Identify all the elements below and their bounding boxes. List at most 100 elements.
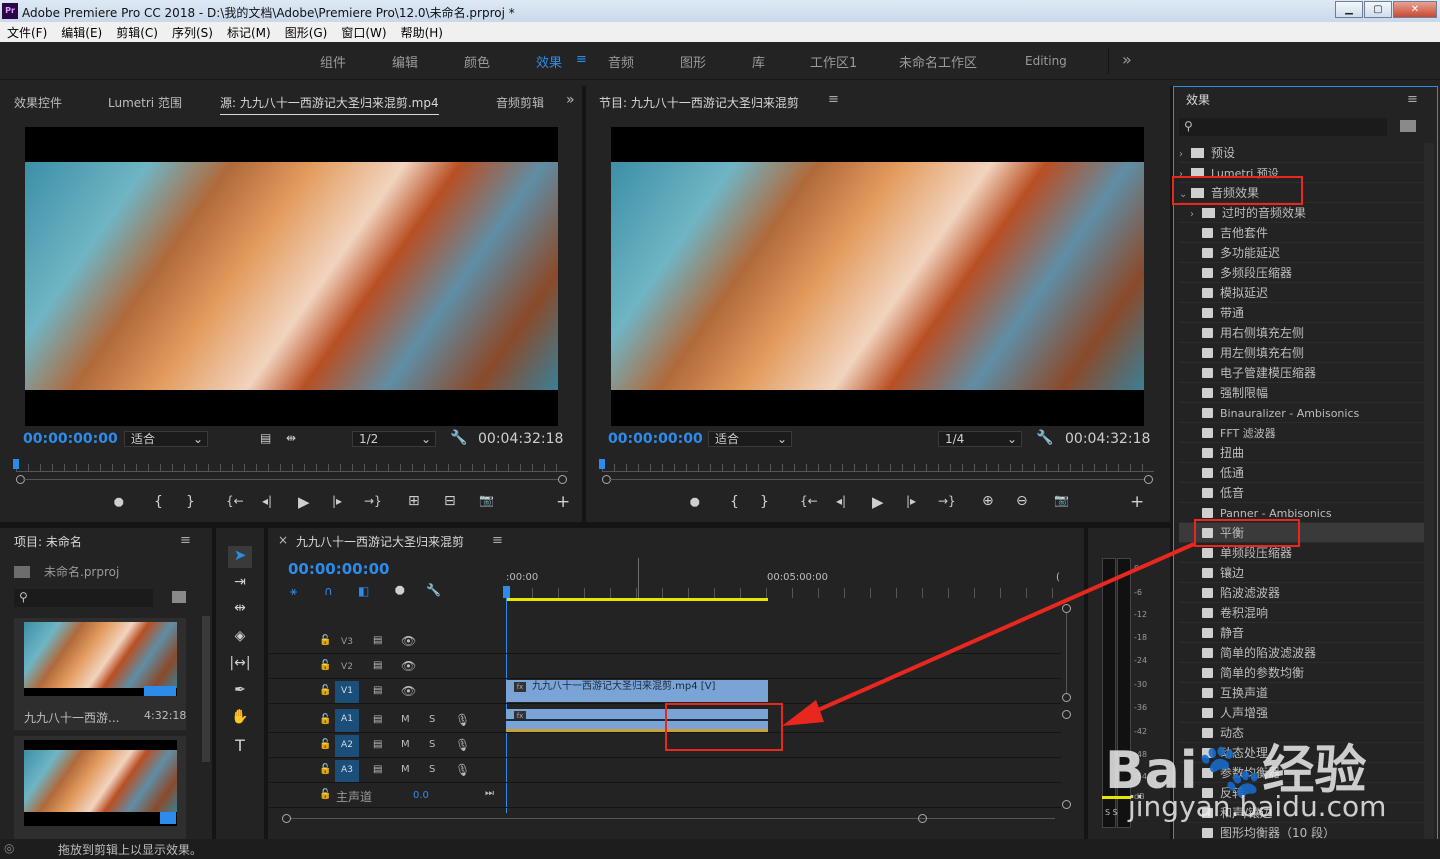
workspace-tab-color[interactable]: 颜色	[464, 52, 490, 71]
type-tool-icon[interactable]: T	[228, 736, 252, 758]
h-scroll-bar[interactable]	[291, 818, 1055, 819]
mark-out-button[interactable]: }	[760, 494, 769, 510]
effects-tree-item[interactable]: › 过时的音频效果	[1179, 203, 1425, 223]
workspace-tab-graphics[interactable]: 图形	[680, 52, 706, 71]
chevron-right-icon[interactable]: ›	[1190, 205, 1202, 225]
effects-search-input[interactable]: ⚲	[1179, 118, 1387, 136]
sync-lock-icon[interactable]: ▤	[373, 764, 382, 775]
step-forward-button[interactable]: |▸	[906, 494, 916, 508]
tab-lumetri-scopes[interactable]: Lumetri 范围	[108, 94, 182, 111]
workspace-tab-editing[interactable]: 编辑	[392, 52, 418, 71]
tab-audio-clip-mixer[interactable]: 音频剪辑	[496, 94, 544, 111]
effects-tree-item[interactable]: 强制限幅	[1179, 383, 1425, 403]
new-bin-icon[interactable]	[172, 591, 186, 603]
add-button[interactable]: +	[1130, 492, 1144, 512]
timeline-settings-icon[interactable]: 🔧	[426, 583, 441, 597]
export-frame-button[interactable]: 📷	[1054, 493, 1069, 507]
timeline-title[interactable]: 九九八十一西游记大圣归来混剪	[296, 533, 464, 550]
panel-menu-icon[interactable]: ≡	[492, 533, 503, 548]
panel-menu-icon[interactable]: ≡	[1407, 92, 1418, 107]
lock-icon[interactable]: 🔓	[319, 685, 331, 696]
track-label-a1[interactable]: A1	[335, 709, 359, 732]
play-button[interactable]: ▶	[298, 493, 310, 511]
effects-tree-item[interactable]: Binauralizer - Ambisonics	[1179, 403, 1425, 423]
menu-file[interactable]: 文件(F)	[0, 22, 54, 41]
eye-icon[interactable]: 👁	[401, 659, 416, 673]
timeline-close-icon[interactable]: ×	[278, 533, 288, 547]
mark-in-button[interactable]: {	[730, 494, 739, 510]
menu-clip[interactable]: 剪辑(C)	[109, 22, 165, 41]
zoom-bar[interactable]	[609, 479, 1145, 480]
sync-lock-icon[interactable]: ▤	[373, 635, 382, 646]
hand-tool-icon[interactable]: ✋	[228, 709, 252, 731]
workspace-tab-audio[interactable]: 音频	[608, 52, 634, 71]
workspace-tab-effects[interactable]: 效果	[536, 52, 562, 71]
effects-tree-item[interactable]: › 预设	[1179, 143, 1425, 163]
mark-out-button[interactable]: }	[186, 494, 195, 510]
workspace-tab-libraries[interactable]: 库	[752, 52, 765, 71]
program-time-ruler[interactable]	[602, 464, 1154, 472]
project-title[interactable]: 项目: 未命名	[14, 533, 82, 550]
effects-tree-item[interactable]: 低音	[1179, 483, 1425, 503]
eye-icon[interactable]: 👁	[401, 634, 416, 648]
effects-tree-item[interactable]: 互换声道	[1179, 683, 1425, 703]
effects-tree-item[interactable]: 陷波滤波器	[1179, 583, 1425, 603]
wrench-icon[interactable]: 🔧	[450, 430, 467, 446]
workspace-overflow-icon[interactable]: »	[1122, 50, 1132, 69]
effects-tree-item[interactable]: 多功能延迟	[1179, 243, 1425, 263]
effects-tree-item[interactable]: 用右侧填充左侧	[1179, 323, 1425, 343]
lock-icon[interactable]: 🔓	[319, 764, 331, 775]
effects-tree-item[interactable]: 多频段压缩器	[1179, 263, 1425, 283]
source-timecode[interactable]: 00:00:00:00	[23, 431, 118, 447]
tab-program[interactable]: 节目: 九九八十一西游记大圣归来混剪	[599, 94, 799, 111]
project-sequence-item[interactable]	[14, 736, 186, 839]
drag-video-icon[interactable]: ⇹	[286, 431, 296, 445]
tab-effect-controls[interactable]: 效果控件	[14, 94, 62, 111]
effects-tree-item[interactable]: 镶边	[1179, 563, 1425, 583]
meter-solo-buttons[interactable]: S S	[1105, 808, 1118, 817]
snap-icon[interactable]: ∩	[324, 584, 333, 598]
program-playhead[interactable]	[599, 459, 605, 469]
source-playhead[interactable]	[13, 459, 19, 469]
microphone-icon[interactable]: 🎙	[455, 738, 470, 752]
sync-lock-icon[interactable]: ▤	[373, 714, 382, 725]
extract-button[interactable]: ⊖	[1016, 493, 1028, 509]
minimize-button[interactable]: ▁	[1335, 1, 1363, 18]
razor-tool-icon[interactable]: ◈	[228, 628, 252, 650]
workspace-menu-icon[interactable]: ≡	[576, 52, 587, 67]
timeline-playhead[interactable]	[503, 586, 510, 598]
menu-window[interactable]: 窗口(W)	[334, 22, 393, 41]
workspace-tab-untitled[interactable]: 未命名工作区	[899, 52, 977, 71]
sync-lock-icon[interactable]: ▤	[373, 660, 382, 671]
effects-tree-item[interactable]: 模拟延迟	[1179, 283, 1425, 303]
close-button[interactable]: ✕	[1393, 1, 1437, 18]
workspace-tab-editing-en[interactable]: Editing	[1025, 54, 1067, 68]
lift-button[interactable]: ⊕	[982, 493, 994, 509]
slip-tool-icon[interactable]: |↔|	[228, 655, 252, 677]
lock-icon[interactable]: 🔓	[319, 635, 331, 646]
effects-tree-item[interactable]: 电子管建模压缩器	[1179, 363, 1425, 383]
zoom-bar[interactable]	[23, 479, 559, 480]
track-label-v3[interactable]: V3	[335, 632, 359, 652]
project-clip-item[interactable]: 九九八十一西游... 4:32:18	[14, 618, 186, 730]
menu-marker[interactable]: 标记(M)	[220, 22, 278, 41]
project-scrollbar[interactable]	[202, 616, 210, 762]
effects-tree-item[interactable]: 简单的参数均衡	[1179, 663, 1425, 683]
effects-tree-item[interactable]: 扭曲	[1179, 443, 1425, 463]
add-button[interactable]: +	[556, 492, 570, 512]
solo-button[interactable]: S	[429, 739, 435, 750]
go-to-in-button[interactable]: {←	[800, 494, 818, 508]
sync-lock-icon[interactable]: ▤	[373, 739, 382, 750]
eye-icon[interactable]: 👁	[401, 684, 416, 698]
add-marker-button[interactable]: ⯃	[690, 496, 700, 511]
workspace-tab-assembly[interactable]: 组件	[320, 52, 346, 71]
add-marker-button[interactable]: ⯃	[114, 496, 124, 511]
mute-button[interactable]: M	[401, 714, 410, 725]
h-scroll-handle-right[interactable]	[918, 814, 927, 823]
h-scroll-handle-left[interactable]	[282, 814, 291, 823]
selection-tool-icon[interactable]: ➤	[228, 546, 252, 568]
overwrite-button[interactable]: ⊟	[444, 493, 456, 509]
mute-button[interactable]: M	[401, 764, 410, 775]
effects-scrollbar[interactable]	[1424, 143, 1434, 843]
zoom-handle-right[interactable]	[1144, 475, 1153, 484]
